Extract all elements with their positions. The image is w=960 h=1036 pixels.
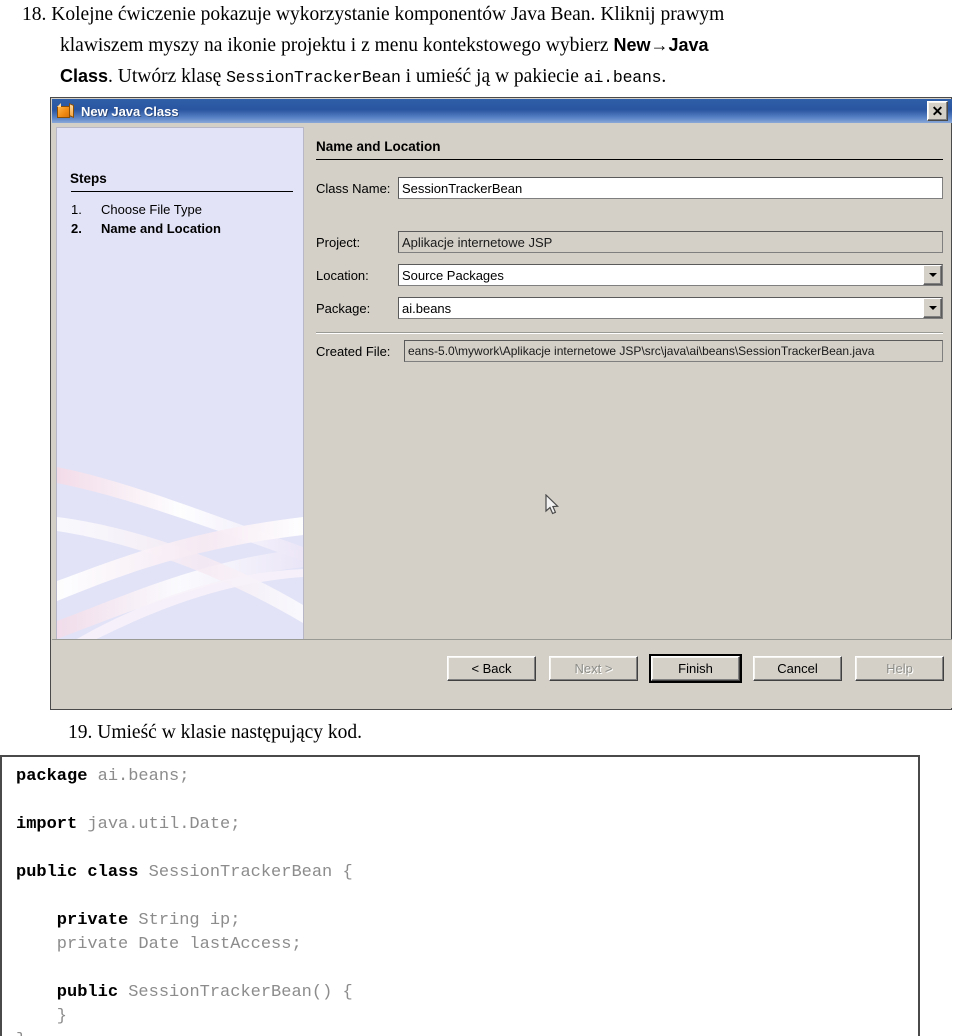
code-line-5: public class SessionTrackerBean {	[16, 861, 918, 885]
package-row: Package: ai.beans	[316, 297, 943, 319]
name-and-location-pane: Name and Location Class Name: SessionTra…	[311, 127, 947, 640]
code-line-12: }	[16, 1029, 918, 1036]
code-rest-3: java.util.Date;	[77, 815, 241, 834]
project-label: Project:	[316, 234, 361, 250]
location-label: Location:	[316, 267, 369, 283]
steps-list: 1. Choose File Type 2. Name and Location	[71, 200, 221, 238]
dialog-button-bar: < Back Next > Finish Cancel Help	[52, 639, 952, 708]
instruction-18-packagename: ai.beans	[583, 68, 662, 87]
instruction-18-menu-path: New→Java	[613, 35, 709, 55]
code-kw-private: private	[16, 911, 129, 930]
chevron-down-icon[interactable]	[923, 265, 942, 285]
code-rest-8: private Date lastAccess;	[16, 935, 302, 954]
instruction-18: 18. Kolejne ćwiczenie pokazuje wykorzyst…	[0, 0, 940, 93]
location-combobox[interactable]: Source Packages	[398, 264, 943, 286]
dialog-title: New Java Class	[81, 103, 179, 119]
code-line-8: private Date lastAccess;	[16, 933, 918, 957]
code-line-1: package ai.beans;	[16, 765, 918, 789]
code-kw-package: package	[16, 767, 88, 786]
created-file-row: Created File: eans-5.0\mywork\Aplikacje …	[316, 340, 943, 362]
project-field: Aplikacje internetowe JSP	[398, 231, 943, 253]
finish-button[interactable]: Finish	[649, 654, 742, 683]
instruction-18-line1b: Kliknij prawym	[595, 4, 725, 25]
code-rest-12: }	[16, 1031, 26, 1036]
instruction-18-line2a: klawiszem myszy na ikonie projektu i z m…	[60, 35, 614, 56]
code-kw-public-class: public class	[16, 863, 139, 882]
dialog-buttons: < Back Next > Finish Cancel Help	[447, 654, 944, 683]
pane-heading-rule	[316, 159, 943, 160]
instruction-18-line1a: Kolejne ćwiczenie pokazuje wykorzystanie…	[46, 4, 596, 25]
package-value-wrap[interactable]: ai.beans	[399, 298, 923, 318]
back-button[interactable]: < Back	[447, 656, 536, 681]
created-file-label: Created File:	[316, 343, 391, 359]
code-rest-11: }	[16, 1007, 68, 1026]
code-block: package ai.beans; import java.util.Date; p…	[0, 755, 920, 1036]
code-kw-import: import	[16, 815, 78, 834]
project-row: Project: Aplikacje internetowe JSP	[316, 231, 943, 253]
package-label: Package:	[316, 300, 371, 316]
step-2-number: 2.	[71, 221, 82, 236]
package-value: ai.beans	[402, 300, 452, 316]
steps-heading-rule	[71, 191, 293, 192]
class-name-row: Class Name: SessionTrackerBean	[316, 177, 943, 199]
created-file-field: eans-5.0\mywork\Aplikacje internetowe JS…	[404, 340, 943, 362]
code-line-3: import java.util.Date;	[16, 813, 918, 837]
cancel-button[interactable]: Cancel	[753, 656, 842, 681]
class-name-input[interactable]: SessionTrackerBean	[398, 177, 943, 199]
step-1-label: Choose File Type	[101, 202, 202, 217]
code-line-11: }	[16, 1005, 918, 1029]
step-item-1[interactable]: 1. Choose File Type	[71, 200, 221, 219]
mouse-cursor	[545, 494, 559, 515]
created-file-value: eans-5.0\mywork\Aplikacje internetowe JS…	[408, 344, 875, 358]
step-2-label: Name and Location	[101, 221, 221, 236]
code-rest-1: ai.beans;	[87, 767, 190, 786]
steps-panel: Steps 1. Choose File Type 2. Name and Lo…	[56, 127, 304, 640]
instruction-18-number: 18.	[22, 4, 47, 25]
next-button: Next >	[549, 656, 638, 681]
instruction-18-line3b: i umieść ją w pakiecie	[400, 66, 584, 87]
class-name-label: Class Name:	[316, 180, 391, 196]
close-icon[interactable]: ✕	[927, 101, 948, 121]
location-row: Location: Source Packages	[316, 264, 943, 286]
instruction-18-line3a: . Utwórz klasę	[108, 66, 227, 87]
decorative-swoosh-graphic	[57, 467, 303, 639]
instruction-18-classname: SessionTrackerBean	[226, 68, 401, 87]
code-line-7: private String ip;	[16, 909, 918, 933]
java-class-icon	[57, 103, 74, 119]
package-combobox[interactable]: ai.beans	[398, 297, 943, 319]
new-java-class-dialog: New Java Class ✕ Steps 1. Choose File Ty…	[50, 97, 952, 710]
form-separator	[316, 332, 943, 333]
code-kw-public: public	[16, 983, 119, 1002]
instruction-19: 19. Umieść w klasie następujący kod.	[68, 722, 363, 743]
code-rest-7: String ip;	[128, 911, 241, 930]
class-name-value: SessionTrackerBean	[402, 180, 523, 196]
instruction-18-menu-class: Class	[60, 66, 109, 86]
code-rest-10: SessionTrackerBean() {	[118, 983, 353, 1002]
location-value: Source Packages	[402, 267, 504, 283]
help-button: Help	[855, 656, 944, 681]
code-rest-5: SessionTrackerBean {	[138, 863, 353, 882]
step-1-number: 1.	[71, 202, 82, 217]
project-value: Aplikacje internetowe JSP	[402, 234, 553, 250]
chevron-down-icon[interactable]	[923, 298, 942, 318]
instruction-18-line3c: .	[661, 66, 667, 87]
dialog-titlebar[interactable]: New Java Class ✕	[52, 99, 952, 123]
pane-heading: Name and Location	[316, 139, 441, 154]
code-line-10: public SessionTrackerBean() {	[16, 981, 918, 1005]
step-item-2[interactable]: 2. Name and Location	[71, 219, 221, 238]
steps-heading: Steps	[70, 171, 107, 186]
